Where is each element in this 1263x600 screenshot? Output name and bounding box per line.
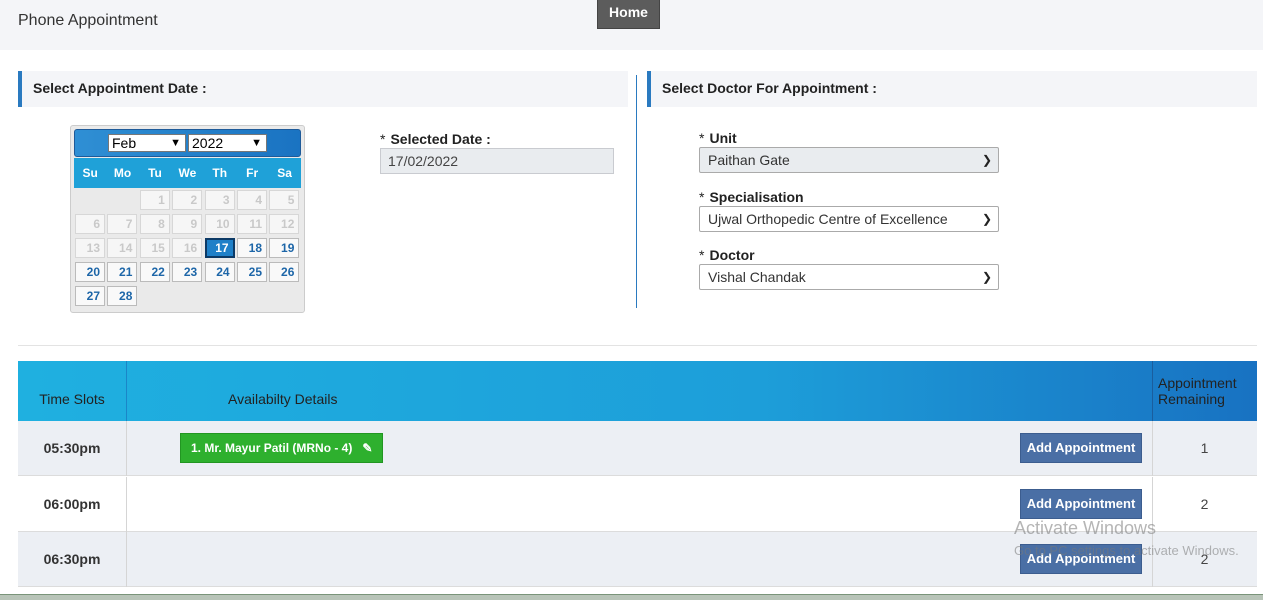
table-row: 05:30pm 1. Mr. Mayur Patil (MRNo - 4) ✎ A…	[18, 421, 1257, 476]
month-value: Feb	[112, 135, 137, 151]
specialisation-select[interactable]: Ujwal Orthopedic Centre of Excellence ❯	[699, 206, 999, 232]
specialisation-label: * Specialisation	[699, 189, 804, 205]
weekday-label: Mo	[113, 166, 132, 180]
table-row: 06:30pm Add Appointment 2	[18, 532, 1257, 587]
doctor-label: * Doctor	[699, 247, 755, 263]
selected-date-label-text: Selected Date :	[390, 131, 491, 147]
chevron-down-icon: ❯	[981, 270, 992, 284]
calendar-day: 9	[172, 214, 203, 234]
table-header	[18, 361, 1257, 421]
calendar-day[interactable]: 24	[204, 262, 235, 282]
weekday-label: Th	[212, 166, 228, 180]
calendar-day: 15	[139, 238, 170, 258]
time-slot: 06:30pm	[43, 551, 101, 567]
calendar-day[interactable]: 22	[139, 262, 170, 282]
calendar-day: 6	[75, 214, 105, 234]
selected-date-label: * Selected Date :	[380, 131, 491, 147]
calendar-day: 8	[139, 214, 170, 234]
section-divider	[636, 75, 637, 308]
calendar-day[interactable]: 26	[269, 262, 300, 282]
doctor-select[interactable]: Vishal Chandak ❯	[699, 264, 999, 290]
activation-watermark-title: Activate Windows	[1014, 518, 1157, 538]
time-slot: 06:00pm	[43, 496, 101, 512]
year-value: 2022	[192, 135, 224, 151]
specialisation-value: Ujwal Orthopedic Centre of Excellence	[708, 211, 948, 227]
unit-select[interactable]: Paithan Gate ❯	[699, 147, 999, 173]
month-select[interactable]: Feb ▼	[108, 134, 186, 152]
page-title: Phone Appointment	[18, 12, 158, 29]
booking-label: 1. Mr. Mayur Patil (MRNo - 4)	[191, 441, 353, 455]
year-select[interactable]: 2022 ▼	[188, 134, 267, 152]
activation-watermark-text: Go to PC settings to activate Windows.	[1014, 543, 1239, 558]
appointments-remaining: 2	[1200, 551, 1209, 567]
cell-divider	[126, 532, 127, 587]
calendar-day[interactable]: 28	[107, 286, 138, 306]
calendar-day: 14	[107, 238, 138, 258]
horizontal-divider	[18, 345, 1257, 346]
date-picker-calendar: Feb ▼ 2022 ▼ Su Mo Tu We Th Fr Sa 123456…	[70, 125, 305, 313]
calendar-day: 11	[237, 214, 267, 234]
booking-badge[interactable]: 1. Mr. Mayur Patil (MRNo - 4) ✎	[180, 433, 384, 463]
taskbar	[0, 594, 1263, 600]
calendar-empty-cell	[75, 190, 105, 210]
calendar-day: 2	[172, 190, 203, 210]
chevron-down-icon: ▼	[170, 137, 181, 149]
unit-label: * Unit	[699, 130, 737, 146]
pencil-icon[interactable]: ✎	[362, 441, 372, 455]
chevron-down-icon: ❯	[981, 212, 992, 226]
date-section-heading: Select Appointment Date :	[18, 71, 628, 107]
calendar-day: 1	[139, 190, 170, 210]
chevron-down-icon: ▼	[251, 137, 262, 149]
cell-divider	[126, 477, 127, 532]
calendar-day: 5	[269, 190, 300, 210]
calendar-day: 4	[237, 190, 267, 210]
weekday-header: Su Mo Tu We Th Fr Sa	[74, 158, 301, 188]
calendar-day: 7	[107, 214, 138, 234]
add-appointment-button[interactable]: Add Appointment	[1020, 433, 1142, 463]
weekday-label: Tu	[148, 166, 162, 180]
weekday-label: Sa	[277, 166, 292, 180]
appointments-remaining: 2	[1200, 496, 1209, 512]
doctor-value: Vishal Chandak	[708, 269, 806, 285]
calendar-header: Feb ▼ 2022 ▼	[74, 129, 301, 157]
doctor-label-text: Doctor	[709, 247, 755, 263]
unit-value: Paithan Gate	[708, 152, 790, 168]
top-bar: Phone Appointment Home	[0, 0, 1263, 50]
weekday-label: Fr	[246, 166, 259, 180]
calendar-day[interactable]: 21	[107, 262, 138, 282]
header-divider	[126, 361, 127, 421]
unit-label-text: Unit	[709, 130, 737, 146]
calendar-day: 16	[172, 238, 203, 258]
appointments-remaining: 1	[1200, 440, 1209, 456]
calendar-day[interactable]: 25	[237, 262, 267, 282]
calendar-empty-cell	[107, 190, 137, 210]
calendar-day: 10	[204, 214, 235, 234]
time-slot: 05:30pm	[43, 440, 101, 456]
weekday-label: We	[178, 166, 197, 180]
col-header-availability: Availabilty Details	[228, 391, 338, 407]
calendar-day[interactable]: 18	[237, 238, 267, 258]
calendar-day[interactable]: 23	[172, 262, 203, 282]
calendar-day: 13	[75, 238, 105, 258]
col-header-remaining: Appointment Remaining	[1158, 375, 1237, 407]
home-button[interactable]: Home	[597, 0, 660, 29]
calendar-day[interactable]: 17	[204, 238, 235, 258]
calendar-day[interactable]: 19	[269, 238, 300, 258]
chevron-down-icon: ❯	[981, 153, 992, 167]
doctor-section-heading: Select Doctor For Appointment :	[647, 71, 1257, 107]
calendar-day[interactable]: 27	[75, 286, 105, 306]
col-header-time-slots: Time Slots	[39, 391, 105, 407]
selected-date-field[interactable]: 17/02/2022	[380, 148, 614, 174]
calendar-day[interactable]: 20	[75, 262, 105, 282]
weekday-label: Su	[82, 166, 98, 180]
specialisation-label-text: Specialisation	[709, 189, 804, 205]
add-appointment-button[interactable]: Add Appointment	[1020, 489, 1142, 519]
cell-divider	[126, 421, 127, 476]
header-divider	[1152, 361, 1153, 421]
calendar-day: 3	[204, 190, 235, 210]
calendar-day: 12	[269, 214, 300, 234]
